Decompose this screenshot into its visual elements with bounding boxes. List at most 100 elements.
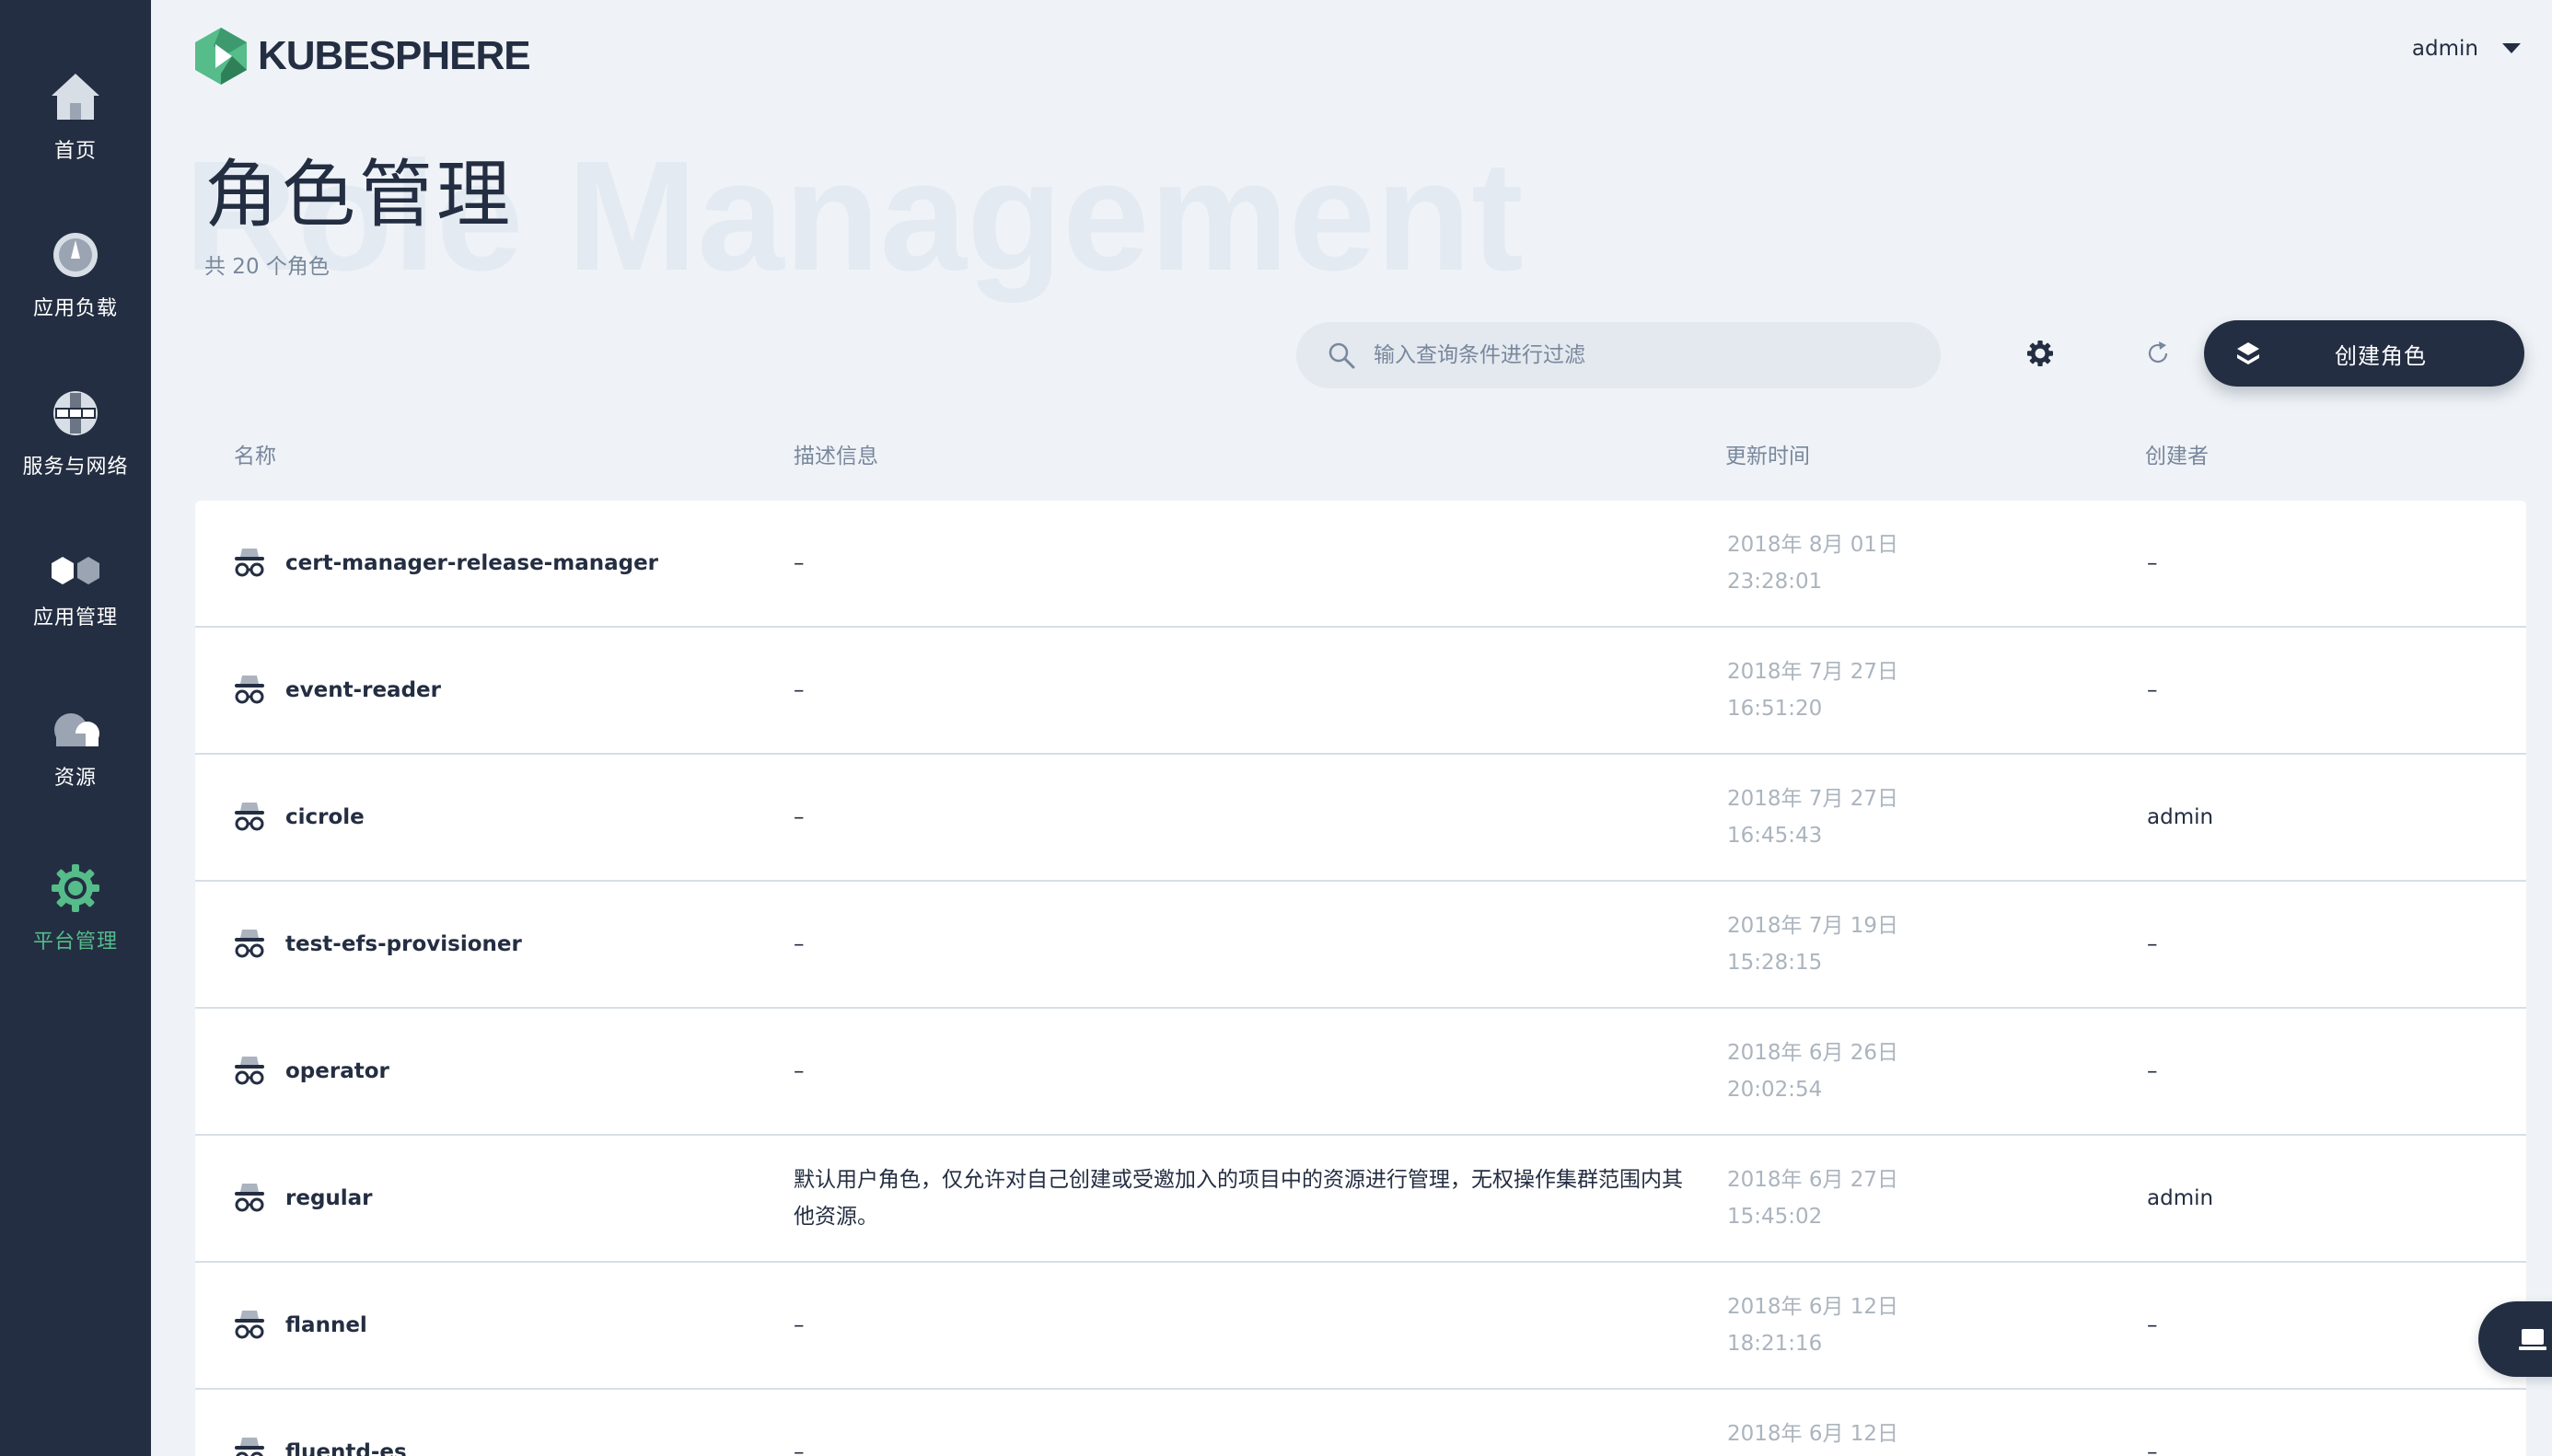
role-creator: – — [2147, 678, 2158, 702]
refresh-button[interactable] — [2130, 326, 2186, 381]
user-menu[interactable]: admin — [2412, 37, 2521, 61]
gear-icon — [52, 864, 99, 912]
search-bar[interactable] — [1296, 322, 1941, 388]
floating-toolbox-button[interactable] — [2478, 1301, 2552, 1377]
search-icon — [1328, 342, 1355, 369]
role-creator: – — [2147, 1440, 2158, 1456]
updated-clock: 16:45:43 — [1727, 824, 1823, 848]
role-icon — [235, 676, 264, 704]
create-role-button[interactable]: 创建角色 — [2204, 320, 2524, 387]
role-icon — [235, 930, 264, 958]
updated-date: 2018年 6月 12日 — [1727, 1422, 1899, 1446]
gear-icon — [2027, 341, 2053, 366]
updated-clock: 16:51:20 — [1727, 697, 1823, 721]
sidebar-item-resources[interactable]: 资源 — [0, 672, 151, 830]
updated-date: 2018年 7月 27日 — [1727, 787, 1899, 811]
search-input[interactable] — [1374, 343, 1926, 367]
role-description: – — [794, 932, 805, 956]
logo-icon — [195, 28, 247, 85]
updated-time: 2018年 8月 01日 23:28:01 — [1727, 526, 2003, 600]
updated-time: 2018年 6月 27日 15:45:02 — [1727, 1161, 2003, 1235]
role-name[interactable]: flannel — [285, 1263, 367, 1388]
table-row[interactable]: event-reader – 2018年 7月 27日 16:51:20 – — [195, 628, 2526, 755]
updated-time: 2018年 6月 26日 20:02:54 — [1727, 1034, 2003, 1108]
network-icon — [53, 391, 98, 435]
updated-clock: 18:21:16 — [1727, 1332, 1823, 1356]
sidebar-item-platform[interactable]: 平台管理 — [0, 830, 151, 988]
role-name[interactable]: cert-manager-release-manager — [285, 501, 658, 626]
sidebar-item-home[interactable]: 首页 — [0, 39, 151, 197]
home-icon — [52, 74, 99, 120]
updated-clock: 15:28:15 — [1727, 951, 1823, 975]
updated-time: 2018年 7月 27日 16:45:43 — [1727, 780, 2003, 854]
role-icon — [235, 1057, 264, 1085]
role-description: – — [794, 805, 805, 829]
role-creator: – — [2147, 1059, 2158, 1083]
role-creator: admin — [2147, 1186, 2214, 1210]
updated-clock: 23:28:01 — [1727, 570, 1823, 594]
role-name[interactable]: event-reader — [285, 628, 441, 753]
role-description: – — [794, 1440, 805, 1456]
updated-clock: 20:02:54 — [1727, 1078, 1823, 1102]
laptop-icon — [2519, 1329, 2546, 1350]
role-description: – — [794, 551, 805, 575]
role-name[interactable]: fluentd-es — [285, 1390, 407, 1456]
table-row[interactable]: cicrole – 2018年 7月 27日 16:45:43 admin — [195, 755, 2526, 882]
role-icon — [235, 549, 264, 577]
sidebar-item-workloads[interactable]: 应用负载 — [0, 197, 151, 355]
role-count: 共 20 个角色 — [204, 255, 330, 279]
roles-table: cert-manager-release-manager – 2018年 8月 … — [195, 501, 2526, 1456]
updated-date: 2018年 7月 27日 — [1727, 660, 1899, 684]
logo-text: KUBESPHERE — [258, 33, 531, 78]
sidebar-item-label: 应用管理 — [32, 607, 118, 630]
chevron-down-icon — [2502, 43, 2521, 53]
kubesphere-logo[interactable]: KUBESPHERE — [195, 28, 531, 85]
updated-date: 2018年 7月 19日 — [1727, 914, 1899, 938]
column-header-name[interactable]: 名称 — [234, 438, 276, 469]
settings-button[interactable] — [2013, 326, 2068, 381]
hexagons-icon — [52, 557, 99, 584]
role-name[interactable]: operator — [285, 1009, 389, 1134]
user-name: admin — [2411, 37, 2478, 61]
role-description: – — [794, 1059, 805, 1083]
column-header-creator: 创建者 — [2145, 445, 2209, 468]
table-row[interactable]: cert-manager-release-manager – 2018年 8月 … — [195, 501, 2526, 628]
updated-time: 2018年 7月 19日 15:28:15 — [1727, 907, 2003, 981]
updated-date: 2018年 6月 12日 — [1727, 1295, 1899, 1319]
table-row[interactable]: operator – 2018年 6月 26日 20:02:54 – — [195, 1009, 2526, 1136]
create-role-label: 创建角色 — [2335, 342, 2427, 369]
page-title: 角色管理 — [204, 152, 514, 237]
cloud-icon — [54, 713, 99, 746]
role-description: – — [794, 678, 805, 702]
sidebar-item-label: 应用负载 — [32, 297, 118, 320]
table-row[interactable]: regular 默认用户角色，仅允许对自己创建或受邀加入的项目中的资源进行管理，… — [195, 1136, 2526, 1263]
sidebar-item-network[interactable]: 服务与网络 — [0, 355, 151, 514]
role-description: – — [794, 1313, 805, 1337]
role-creator: – — [2147, 1313, 2158, 1337]
main-content: KUBESPHERE admin Role Management 角色管理 共 … — [151, 0, 2552, 1456]
updated-date: 2018年 6月 26日 — [1727, 1041, 1899, 1065]
role-icon — [235, 1438, 264, 1456]
role-description: 默认用户角色，仅允许对自己创建或受邀加入的项目中的资源进行管理，无权操作集群范围… — [794, 1168, 1683, 1229]
sidebar-item-apps[interactable]: 应用管理 — [0, 514, 151, 672]
role-icon — [235, 803, 264, 831]
sidebar-item-label: 平台管理 — [32, 930, 118, 953]
layers-icon — [2237, 342, 2259, 364]
updated-time: 2018年 6月 12日 18:21:16 — [1727, 1288, 2003, 1362]
refresh-icon — [2148, 341, 2168, 364]
column-header-description: 描述信息 — [794, 445, 878, 468]
role-icon — [235, 1311, 264, 1339]
table-row[interactable]: fluentd-es – 2018年 6月 12日 – — [195, 1390, 2526, 1456]
role-icon — [235, 1184, 264, 1212]
role-name[interactable]: regular — [285, 1136, 373, 1261]
updated-date: 2018年 6月 27日 — [1727, 1168, 1899, 1192]
role-name[interactable]: cicrole — [285, 755, 365, 880]
role-creator: admin — [2147, 805, 2214, 829]
role-name[interactable]: test-efs-provisioner — [285, 882, 522, 1007]
updated-clock: 15:45:02 — [1727, 1205, 1823, 1229]
column-header-updated-time[interactable]: 更新时间 — [1725, 438, 1810, 469]
table-row[interactable]: test-efs-provisioner – 2018年 7月 19日 15:2… — [195, 882, 2526, 1009]
sidebar-item-label: 资源 — [53, 767, 97, 790]
sidebar: 首页 应用负载 服务与网络 应用管理 资源 平台管理 — [0, 0, 151, 1456]
table-row[interactable]: flannel – 2018年 6月 12日 18:21:16 – — [195, 1263, 2526, 1390]
